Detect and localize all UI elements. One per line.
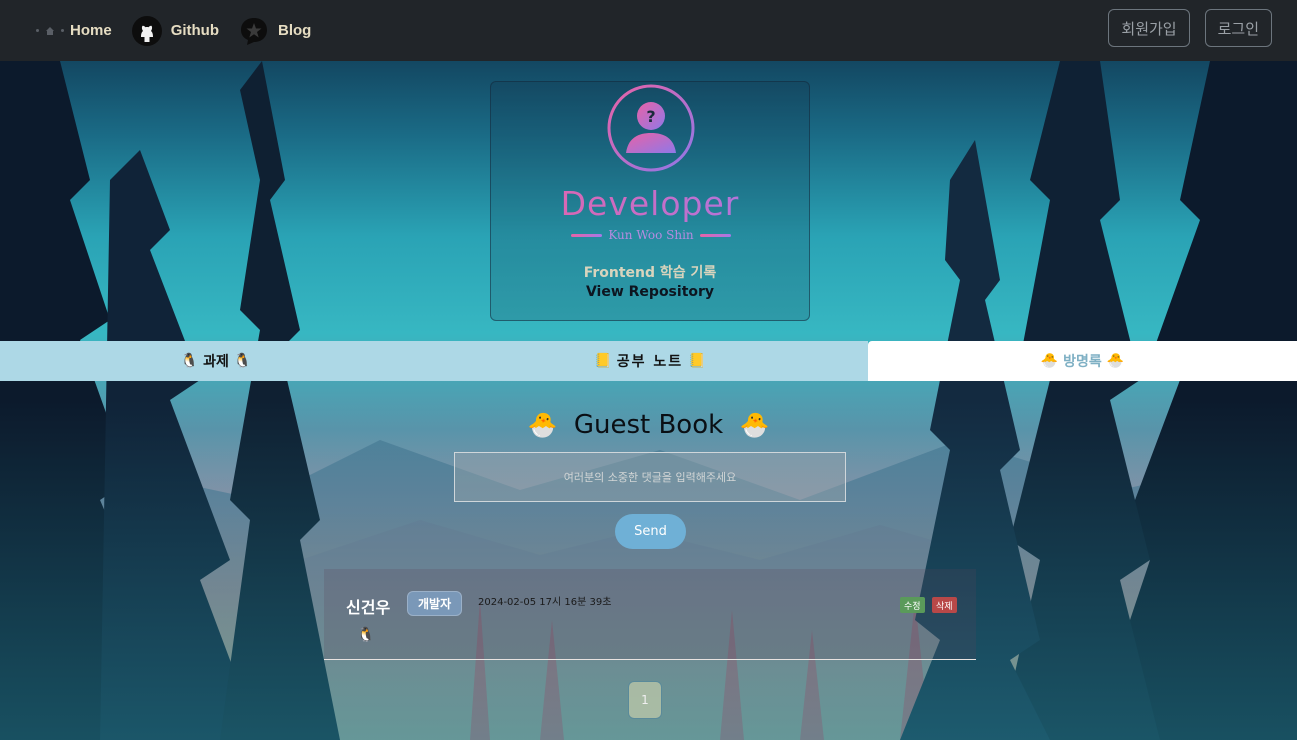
blog-star-icon xyxy=(241,17,268,45)
tab-assignments[interactable]: 🐧 과제 🐧 xyxy=(0,341,432,381)
tab-study-notes[interactable]: 📒 공부 노트 📒 xyxy=(432,341,868,381)
svg-text:?: ? xyxy=(646,107,655,126)
comment-date: 2024-02-05 17시 16분 39초 xyxy=(478,597,612,608)
nav-brand: Home Github Blog xyxy=(36,15,311,46)
profile-name: Kun Woo Shin xyxy=(608,228,694,242)
notebook-icon: 📒 xyxy=(594,353,612,369)
comment-author: 신건우 xyxy=(346,598,391,617)
penguin-icon: 🐧 xyxy=(180,353,199,369)
nav-auth-buttons: 회원가입 로그인 xyxy=(1108,9,1272,47)
decor-dot xyxy=(61,29,64,32)
top-navbar: Home Github Blog 회원가입 로그인 xyxy=(0,0,1297,61)
notebook-icon: 📒 xyxy=(688,353,706,369)
home-icon xyxy=(46,26,54,35)
comment-input[interactable] xyxy=(454,452,846,502)
tab-guestbook[interactable]: 🐣 방명록 🐣 xyxy=(868,341,1297,381)
view-repository-link[interactable]: View Repository xyxy=(491,284,809,300)
profile-tagline: Frontend 학습 기록 xyxy=(583,265,717,281)
profile-name-line: Kun Woo Shin xyxy=(571,228,731,242)
profile-title: Developer xyxy=(491,184,809,223)
github-icon xyxy=(131,15,162,46)
tab-study-notes-label: 공부 노트 xyxy=(616,354,684,370)
nav-blog-link[interactable]: Blog xyxy=(239,16,311,46)
decor-dot xyxy=(36,29,39,32)
nav-home-label: Home xyxy=(70,22,112,39)
profile-card: ? Developer Kun Woo Shin Frontend 학습 기록 … xyxy=(490,81,810,321)
divider-right xyxy=(699,233,731,237)
section-tabs: 🐧 과제 🐧 📒 공부 노트 📒 🐣 방명록 🐣 xyxy=(0,341,1297,381)
hatching-chick-icon: 🐣 xyxy=(527,411,558,439)
hatching-chick-icon: 🐣 xyxy=(1040,353,1059,369)
nav-blog-label: Blog xyxy=(278,22,312,39)
comment-body: 🐧 xyxy=(357,627,375,643)
nav-github-label: Github xyxy=(170,22,220,39)
hatching-chick-icon: 🐣 xyxy=(1106,353,1125,369)
guestbook-title: 🐣 Guest Book 🐣 xyxy=(0,410,1297,440)
tab-guestbook-label: 방명록 xyxy=(1063,354,1102,370)
login-button[interactable]: 로그인 xyxy=(1204,9,1272,47)
author-role-badge: 개발자 xyxy=(407,591,463,616)
penguin-icon: 🐧 xyxy=(233,353,252,369)
edit-comment-button[interactable]: 수정 xyxy=(900,597,925,613)
pagination-page-button[interactable]: 1 xyxy=(628,681,662,719)
nav-home-link[interactable]: Home xyxy=(70,22,112,39)
unknown-user-avatar-icon: ? xyxy=(607,84,695,172)
comment-item: 신건우 개발자 2024-02-05 17시 16분 39초 🐧 수정 삭제 xyxy=(324,569,976,660)
divider-left xyxy=(571,233,603,237)
hatching-chick-icon: 🐣 xyxy=(739,411,770,439)
tab-assignments-label: 과제 xyxy=(203,354,229,370)
signup-button[interactable]: 회원가입 xyxy=(1108,9,1190,47)
nav-github-link[interactable]: Github xyxy=(131,15,220,46)
send-button[interactable]: Send xyxy=(615,514,686,549)
guestbook-title-text: Guest Book xyxy=(573,410,724,440)
delete-comment-button[interactable]: 삭제 xyxy=(932,597,957,613)
